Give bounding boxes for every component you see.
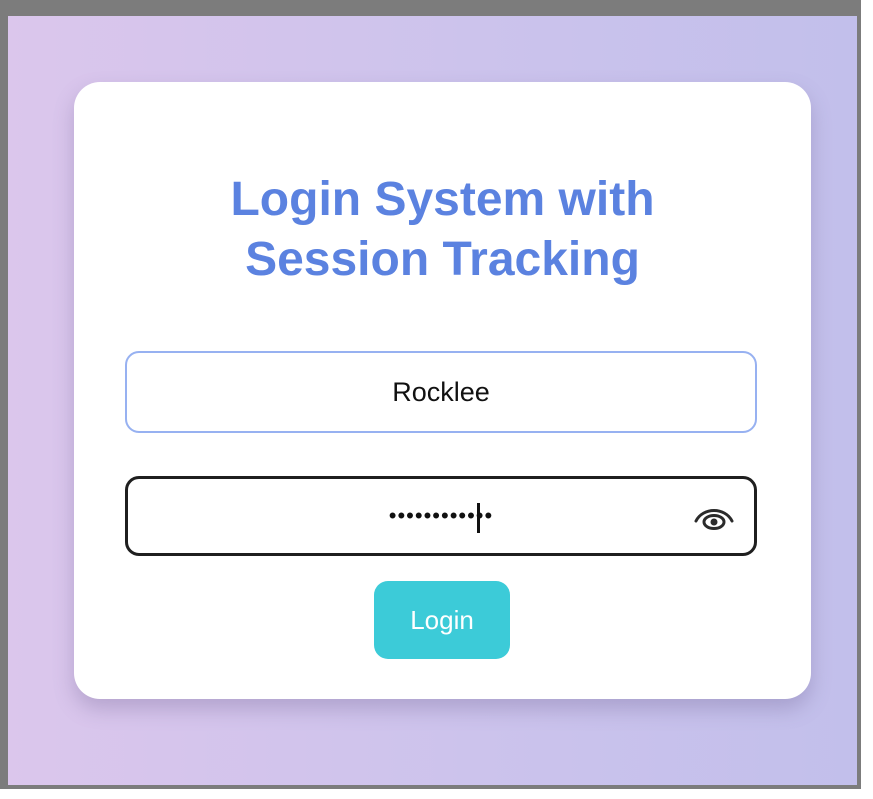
eye-icon xyxy=(694,509,734,530)
text-cursor xyxy=(477,503,480,533)
page-background: Login System with Session Tracking Login xyxy=(8,16,857,785)
password-input[interactable] xyxy=(128,479,754,553)
login-card: Login System with Session Tracking Login xyxy=(74,82,811,699)
password-field[interactable] xyxy=(125,476,757,556)
username-field[interactable] xyxy=(125,351,757,433)
show-password-button[interactable] xyxy=(690,500,738,536)
page-title: Login System with Session Tracking xyxy=(230,173,655,286)
login-button[interactable]: Login xyxy=(374,581,510,659)
username-input[interactable] xyxy=(127,353,755,431)
